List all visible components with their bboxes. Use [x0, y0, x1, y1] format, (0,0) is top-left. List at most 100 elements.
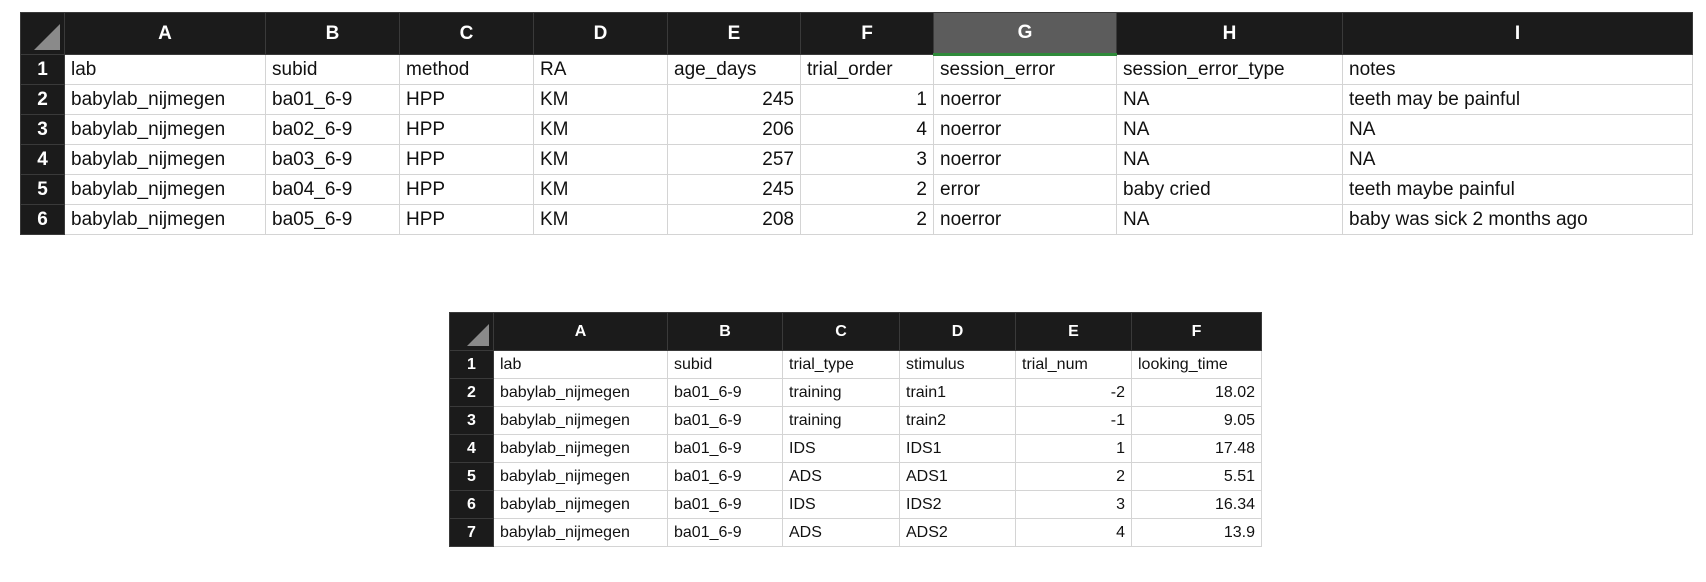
cell[interactable]: HPP [399, 114, 534, 145]
row-header[interactable]: 6 [449, 490, 494, 519]
row-header[interactable]: 6 [20, 204, 65, 235]
cell[interactable]: KM [533, 114, 668, 145]
column-header-b[interactable]: B [667, 312, 783, 351]
select-all-corner[interactable] [20, 12, 65, 55]
cell[interactable]: age_days [667, 54, 801, 85]
column-header-b[interactable]: B [265, 12, 400, 55]
row-header[interactable]: 1 [449, 350, 494, 379]
row-header[interactable]: 5 [20, 174, 65, 205]
cell[interactable]: noerror [933, 84, 1117, 115]
cell[interactable]: training [782, 406, 900, 435]
row-header[interactable]: 4 [20, 144, 65, 175]
cell[interactable]: HPP [399, 144, 534, 175]
cell[interactable]: ba01_6-9 [667, 462, 783, 491]
cell[interactable]: NA [1342, 144, 1693, 175]
cell[interactable]: 1 [1015, 434, 1132, 463]
select-all-corner[interactable] [449, 312, 494, 351]
column-header-i[interactable]: I [1342, 12, 1693, 55]
cell[interactable]: babylab_nijmegen [64, 204, 266, 235]
cell[interactable]: NA [1116, 204, 1343, 235]
cell[interactable]: stimulus [899, 350, 1016, 379]
cell[interactable]: KM [533, 144, 668, 175]
column-header-a[interactable]: A [64, 12, 266, 55]
cell[interactable]: lab [493, 350, 668, 379]
column-header-e[interactable]: E [1015, 312, 1132, 351]
row-header[interactable]: 2 [449, 378, 494, 407]
cell[interactable]: 245 [667, 84, 801, 115]
column-header-h[interactable]: H [1116, 12, 1343, 55]
cell[interactable]: IDS [782, 490, 900, 519]
cell[interactable]: train1 [899, 378, 1016, 407]
cell[interactable]: ba01_6-9 [667, 378, 783, 407]
cell[interactable]: 4 [1015, 518, 1132, 547]
cell[interactable]: HPP [399, 84, 534, 115]
cell[interactable]: KM [533, 84, 668, 115]
cell[interactable]: ba02_6-9 [265, 114, 400, 145]
cell[interactable]: 18.02 [1131, 378, 1262, 407]
cell[interactable]: looking_time [1131, 350, 1262, 379]
cell[interactable]: session_error [933, 54, 1117, 85]
cell[interactable]: -1 [1015, 406, 1132, 435]
cell[interactable]: ba01_6-9 [667, 518, 783, 547]
cell[interactable]: lab [64, 54, 266, 85]
cell[interactable]: trial_order [800, 54, 934, 85]
cell[interactable]: NA [1342, 114, 1693, 145]
cell[interactable]: 3 [1015, 490, 1132, 519]
cell[interactable]: ADS2 [899, 518, 1016, 547]
cell[interactable]: IDS1 [899, 434, 1016, 463]
cell[interactable]: 5.51 [1131, 462, 1262, 491]
cell[interactable]: noerror [933, 144, 1117, 175]
cell[interactable]: 9.05 [1131, 406, 1262, 435]
column-header-a[interactable]: A [493, 312, 668, 351]
cell[interactable]: 16.34 [1131, 490, 1262, 519]
cell[interactable]: babylab_nijmegen [64, 144, 266, 175]
column-header-d[interactable]: D [899, 312, 1016, 351]
cell[interactable]: babylab_nijmegen [64, 84, 266, 115]
cell[interactable]: training [782, 378, 900, 407]
cell[interactable]: method [399, 54, 534, 85]
row-header[interactable]: 1 [20, 54, 65, 85]
column-header-f[interactable]: F [1131, 312, 1262, 351]
cell[interactable]: ba01_6-9 [667, 490, 783, 519]
cell[interactable]: babylab_nijmegen [493, 406, 668, 435]
cell[interactable]: ba01_6-9 [667, 406, 783, 435]
cell[interactable]: noerror [933, 204, 1117, 235]
cell[interactable]: notes [1342, 54, 1693, 85]
cell[interactable]: KM [533, 174, 668, 205]
cell[interactable]: HPP [399, 174, 534, 205]
cell[interactable]: ba01_6-9 [667, 434, 783, 463]
cell[interactable]: 3 [800, 144, 934, 175]
cell[interactable]: 13.9 [1131, 518, 1262, 547]
cell[interactable]: 2 [1015, 462, 1132, 491]
cell[interactable]: babylab_nijmegen [493, 378, 668, 407]
row-header[interactable]: 2 [20, 84, 65, 115]
cell[interactable]: ba01_6-9 [265, 84, 400, 115]
cell[interactable]: trial_type [782, 350, 900, 379]
cell[interactable]: subid [667, 350, 783, 379]
column-header-c[interactable]: C [782, 312, 900, 351]
cell[interactable]: HPP [399, 204, 534, 235]
cell[interactable]: RA [533, 54, 668, 85]
cell[interactable]: IDS [782, 434, 900, 463]
column-header-g-selected[interactable]: G [933, 12, 1117, 56]
row-header[interactable]: 3 [20, 114, 65, 145]
cell[interactable]: 2 [800, 204, 934, 235]
row-header[interactable]: 7 [449, 518, 494, 547]
cell[interactable]: ADS [782, 462, 900, 491]
row-header[interactable]: 5 [449, 462, 494, 491]
cell[interactable]: KM [533, 204, 668, 235]
row-header[interactable]: 3 [449, 406, 494, 435]
cell[interactable]: 206 [667, 114, 801, 145]
cell[interactable]: error [933, 174, 1117, 205]
column-header-f[interactable]: F [800, 12, 934, 55]
cell[interactable]: 208 [667, 204, 801, 235]
row-header[interactable]: 4 [449, 434, 494, 463]
cell[interactable]: 17.48 [1131, 434, 1262, 463]
column-header-e[interactable]: E [667, 12, 801, 55]
cell[interactable]: 1 [800, 84, 934, 115]
column-header-c[interactable]: C [399, 12, 534, 55]
cell[interactable]: noerror [933, 114, 1117, 145]
cell[interactable]: 245 [667, 174, 801, 205]
cell[interactable]: ba03_6-9 [265, 144, 400, 175]
cell[interactable]: babylab_nijmegen [493, 490, 668, 519]
